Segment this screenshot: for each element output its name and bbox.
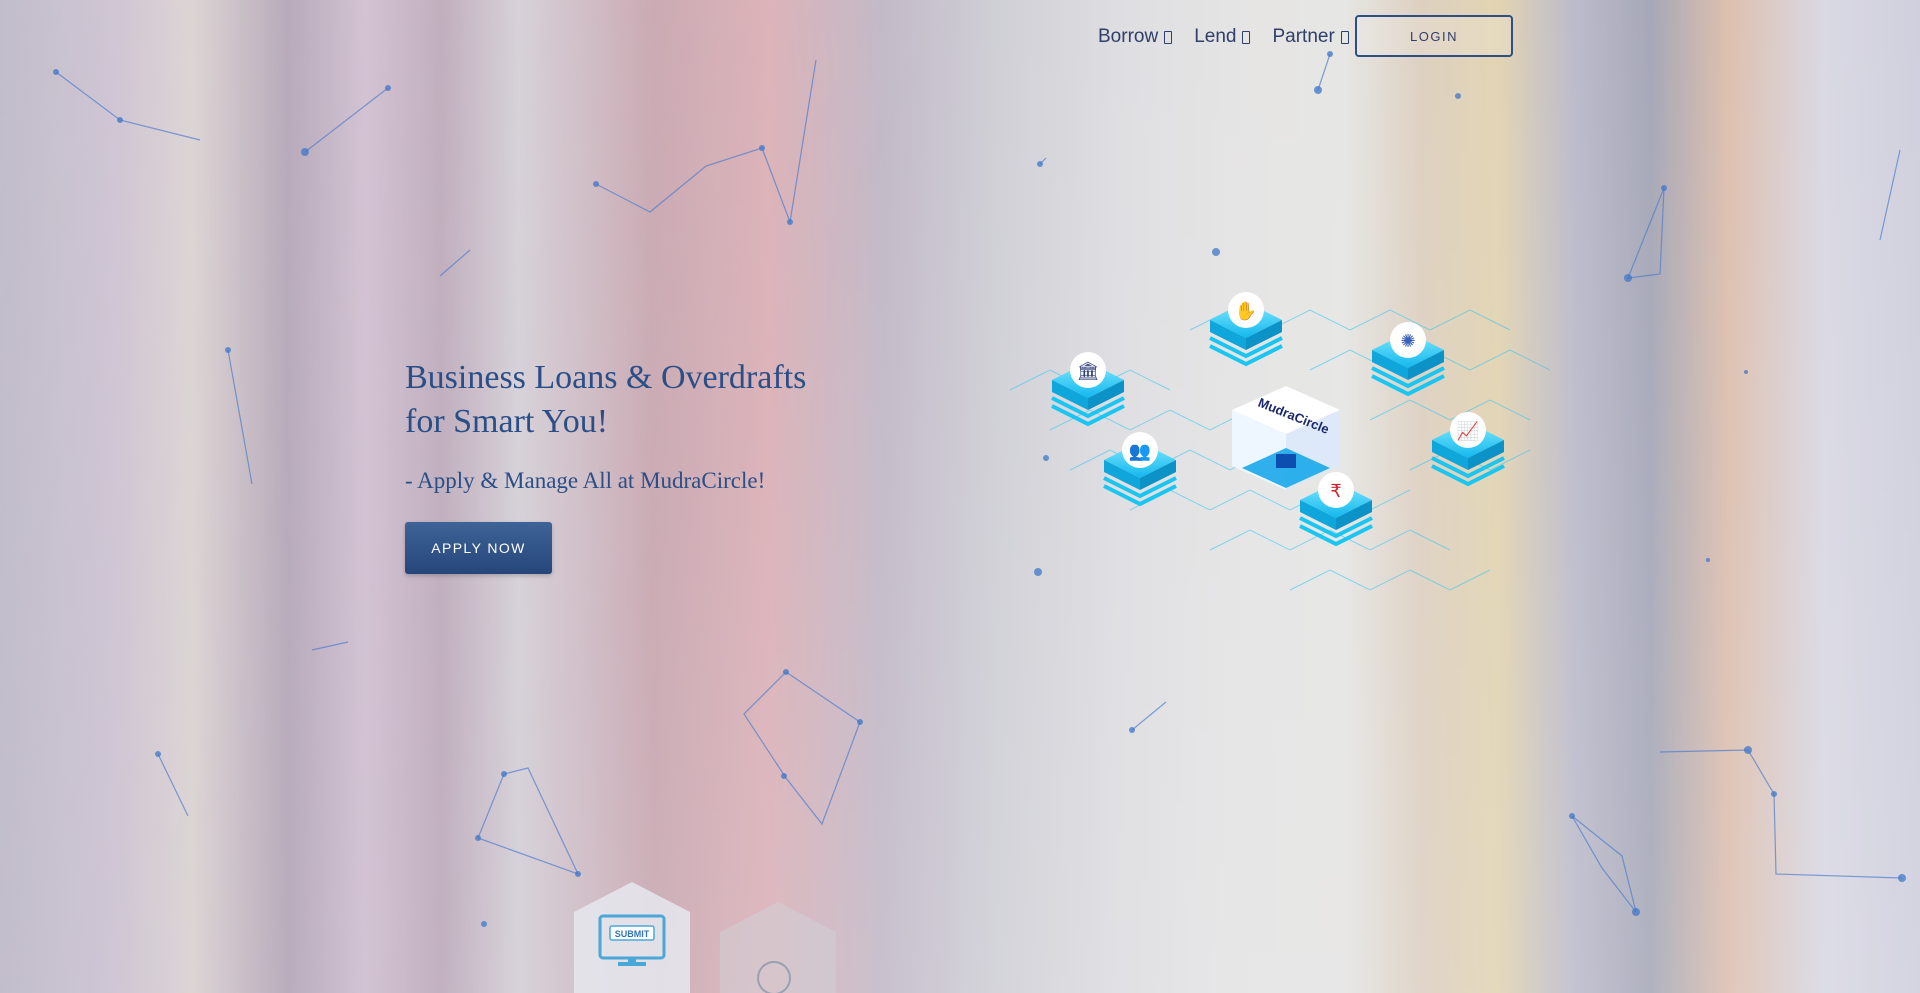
submit-label: SUBMIT [615,929,650,939]
hero-title-line1: Business Loans & Overdrafts [405,359,807,396]
isometric-illustration: ✋ 🏛 ✺ 👥 📈 ₹ MudraCircle [1009,292,1550,591]
bank-icon: 🏛 [1077,361,1100,381]
tile-handshake: ✋ [1209,292,1283,367]
virus-icon: ✺ [1400,331,1415,351]
tile-bank: 🏛 [1051,352,1125,427]
chevron-down-icon [1340,30,1349,44]
growth-chart-icon: 📈 [1457,420,1479,441]
hero-section: Business Loans & Overdrafts for Smart Yo… [405,356,925,574]
apply-now-button[interactable]: APPLY NOW [405,522,552,574]
nav-borrow[interactable]: Borrow [1098,26,1173,48]
hero-title-line2: for Smart You! [405,403,609,440]
particle-network [53,51,1906,927]
tile-people: 👥 [1103,432,1177,507]
people-icon: 👥 [1129,441,1151,461]
top-nav: Borrow Lend Partner [1098,16,1371,58]
handshake-icon: ✋ [1235,300,1257,321]
chevron-down-icon [1164,30,1173,44]
mudracircle-logo-cube: MudraCircle [1232,386,1340,490]
nav-lend-label: Lend [1194,26,1237,47]
bottom-hex-decoration: SUBMIT [574,882,836,993]
nav-borrow-label: Borrow [1098,26,1159,47]
login-button[interactable]: LOGIN [1355,15,1513,57]
hero-title: Business Loans & Overdrafts for Smart Yo… [405,356,925,444]
hero-subtitle: - Apply & Manage All at MudraCircle! [405,468,766,493]
chevron-down-icon [1242,30,1251,44]
nav-partner[interactable]: Partner [1272,26,1349,48]
tile-growth-chart: 📈 [1431,412,1505,487]
tile-virus: ✺ [1371,322,1445,397]
nav-lend[interactable]: Lend [1194,26,1251,48]
nav-partner-label: Partner [1272,26,1335,47]
rupee-icon: ₹ [1330,481,1341,501]
